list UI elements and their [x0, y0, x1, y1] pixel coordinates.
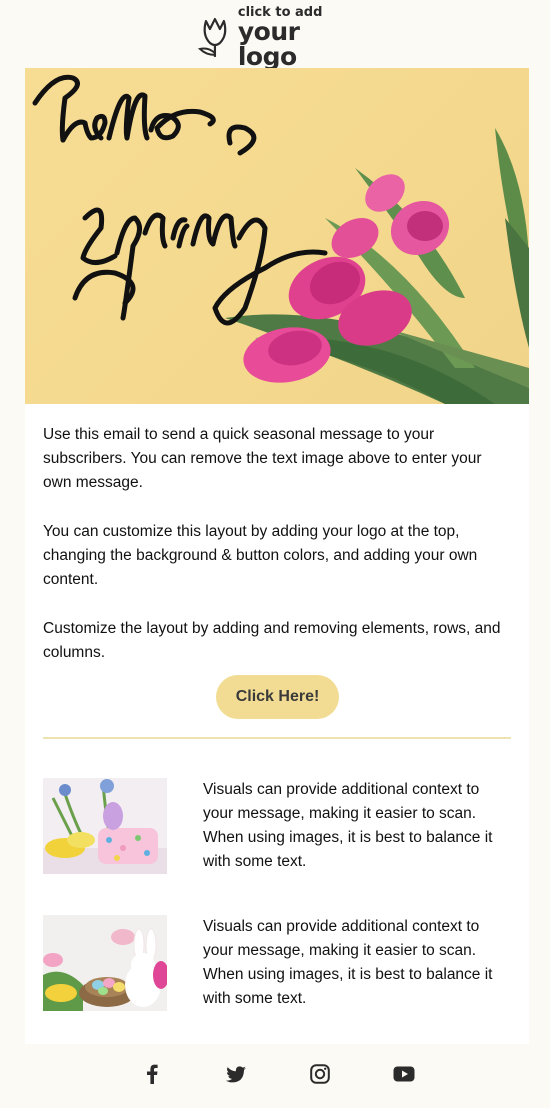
logo-line-2: your logo — [237, 16, 300, 71]
youtube-icon[interactable] — [392, 1062, 416, 1086]
feature-text-2: Visuals can provide additional context t… — [203, 918, 493, 1007]
instagram-icon[interactable] — [308, 1062, 332, 1086]
body-paragraph-1: Use this email to send a quick seasonal … — [43, 426, 482, 491]
divider — [43, 737, 511, 739]
hello-spring-lettering — [32, 74, 328, 326]
body-paragraph-3: Customize the layout by adding and remov… — [43, 620, 501, 661]
hero-illustration: hello — [32, 74, 529, 404]
email-card: hello Use this email to send a quick sea… — [25, 68, 529, 1044]
tulip-icon — [198, 17, 227, 57]
logo-placeholder[interactable]: click to add your logo — [196, 6, 366, 69]
body-paragraph-2: You can customize this layout by adding … — [43, 523, 478, 588]
click-here-button[interactable]: Click Here! — [216, 675, 339, 719]
twitter-icon[interactable] — [224, 1062, 248, 1086]
svg-text:hello: hello — [49, 139, 52, 141]
feature-image-2 — [43, 915, 167, 1011]
feature-image-1 — [43, 778, 167, 874]
hello-spring-text: hello — [49, 139, 52, 141]
hero-banner: hello — [25, 68, 529, 404]
facebook-icon[interactable] — [140, 1062, 164, 1086]
feature-text-1: Visuals can provide additional context t… — [203, 781, 493, 870]
